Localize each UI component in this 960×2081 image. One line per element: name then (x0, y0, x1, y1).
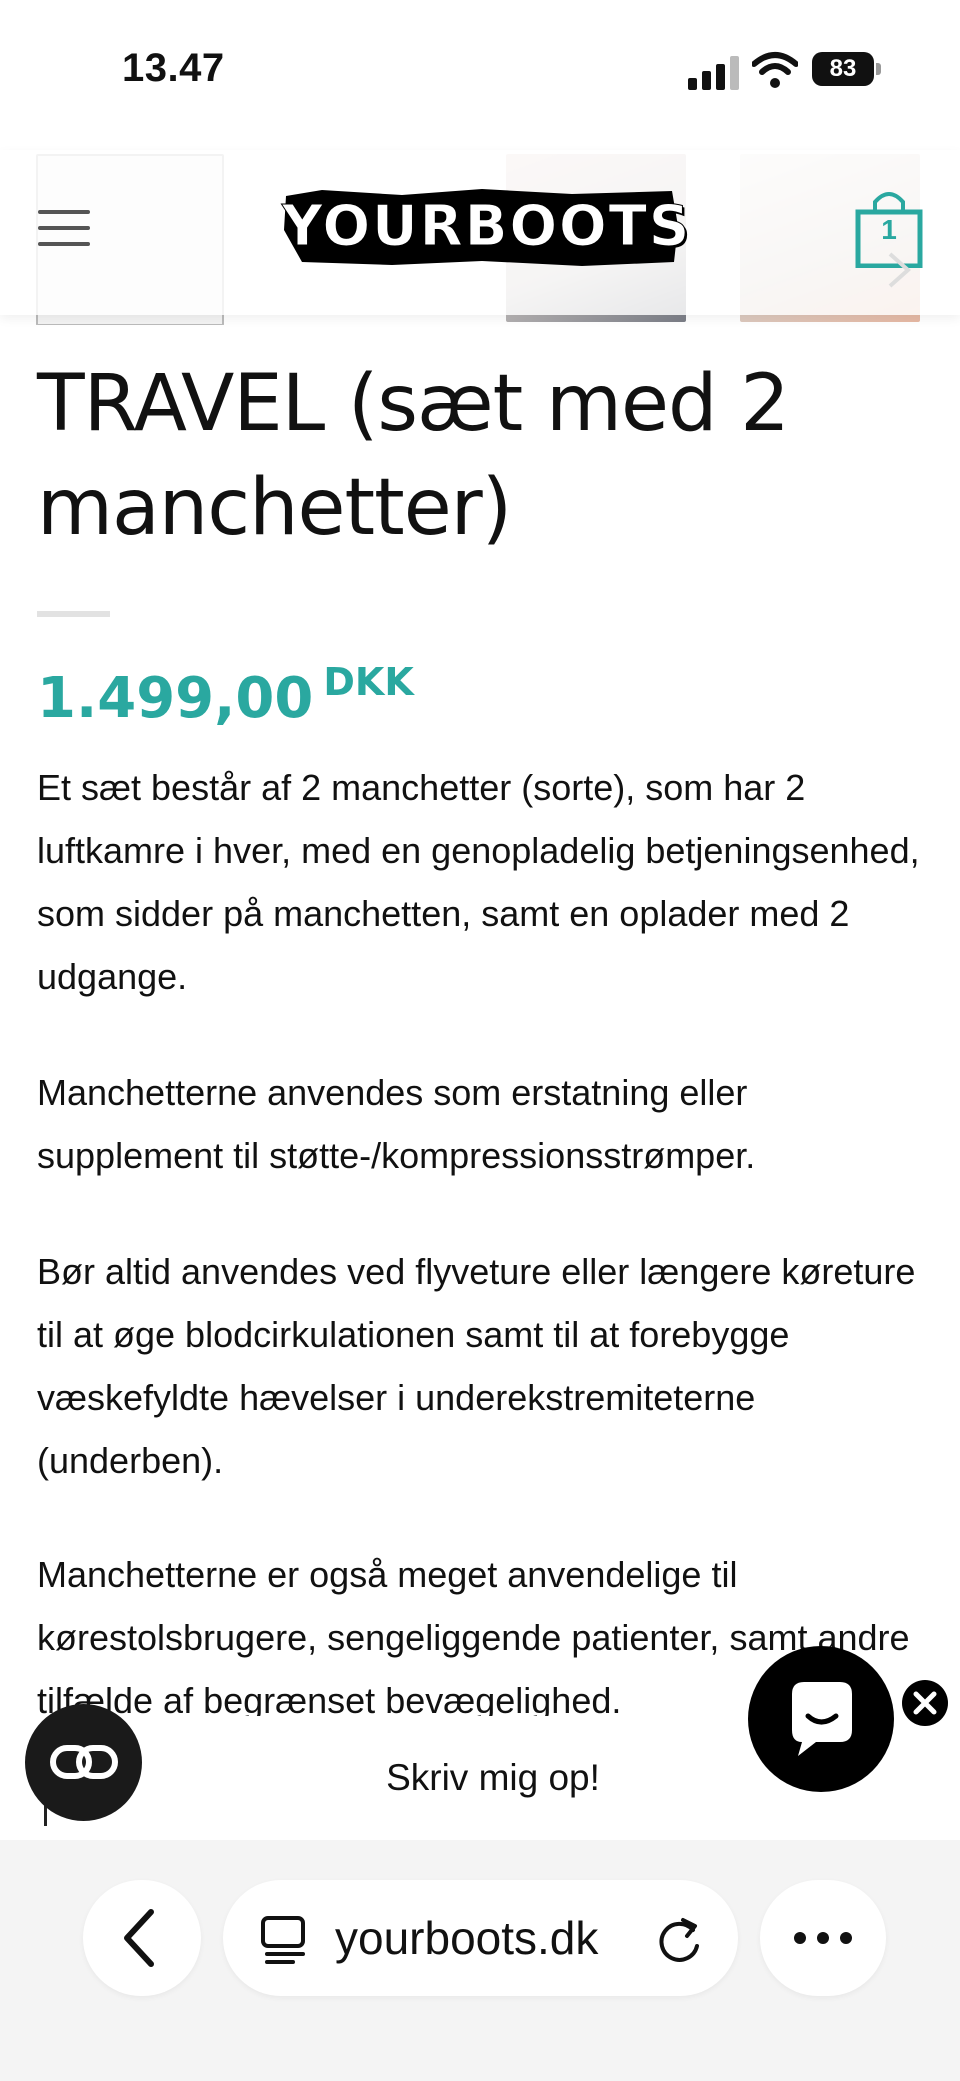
more-icon (794, 1932, 852, 1944)
battery-icon: 83 (812, 52, 882, 88)
reload-icon[interactable] (653, 1880, 709, 1996)
back-button[interactable] (83, 1880, 201, 1996)
url-text: yourboots.dk (335, 1912, 599, 1964)
close-icon (913, 1691, 937, 1715)
battery-level: 83 (829, 55, 857, 82)
title-divider (37, 611, 110, 617)
price-currency: DKK (323, 660, 414, 704)
description-paragraph: Et sæt består af 2 manchetter (sorte), s… (37, 767, 920, 997)
chevron-right-icon[interactable] (884, 250, 914, 290)
menu-icon[interactable] (38, 210, 94, 250)
wifi-icon (752, 52, 798, 88)
accessibility-button[interactable] (25, 1704, 142, 1821)
description-paragraph: Bør altid anvendes ved flyveture eller l… (37, 1251, 916, 1481)
chat-button[interactable] (748, 1646, 894, 1792)
price-amount: 1.499,00 (37, 666, 314, 731)
more-button[interactable] (760, 1880, 886, 1996)
chat-icon (792, 1682, 852, 1756)
close-chat-button[interactable] (902, 1680, 948, 1726)
accessibility-icon (50, 1745, 118, 1779)
reader-icon[interactable] (257, 1880, 313, 1996)
description-paragraph: Manchetterne anvendes som erstatning ell… (37, 1072, 756, 1176)
site-logo[interactable]: YOURBOOTS (282, 186, 690, 268)
back-icon (124, 1909, 154, 1967)
signal-icon (688, 56, 739, 90)
status-time: 13.47 (122, 46, 225, 90)
address-bar[interactable]: yourboots.dk (223, 1880, 738, 1996)
product-title: TRAVEL (sæt med 2 manchetter) (37, 359, 790, 553)
product-price: 1.499,00 DKK (37, 660, 414, 731)
